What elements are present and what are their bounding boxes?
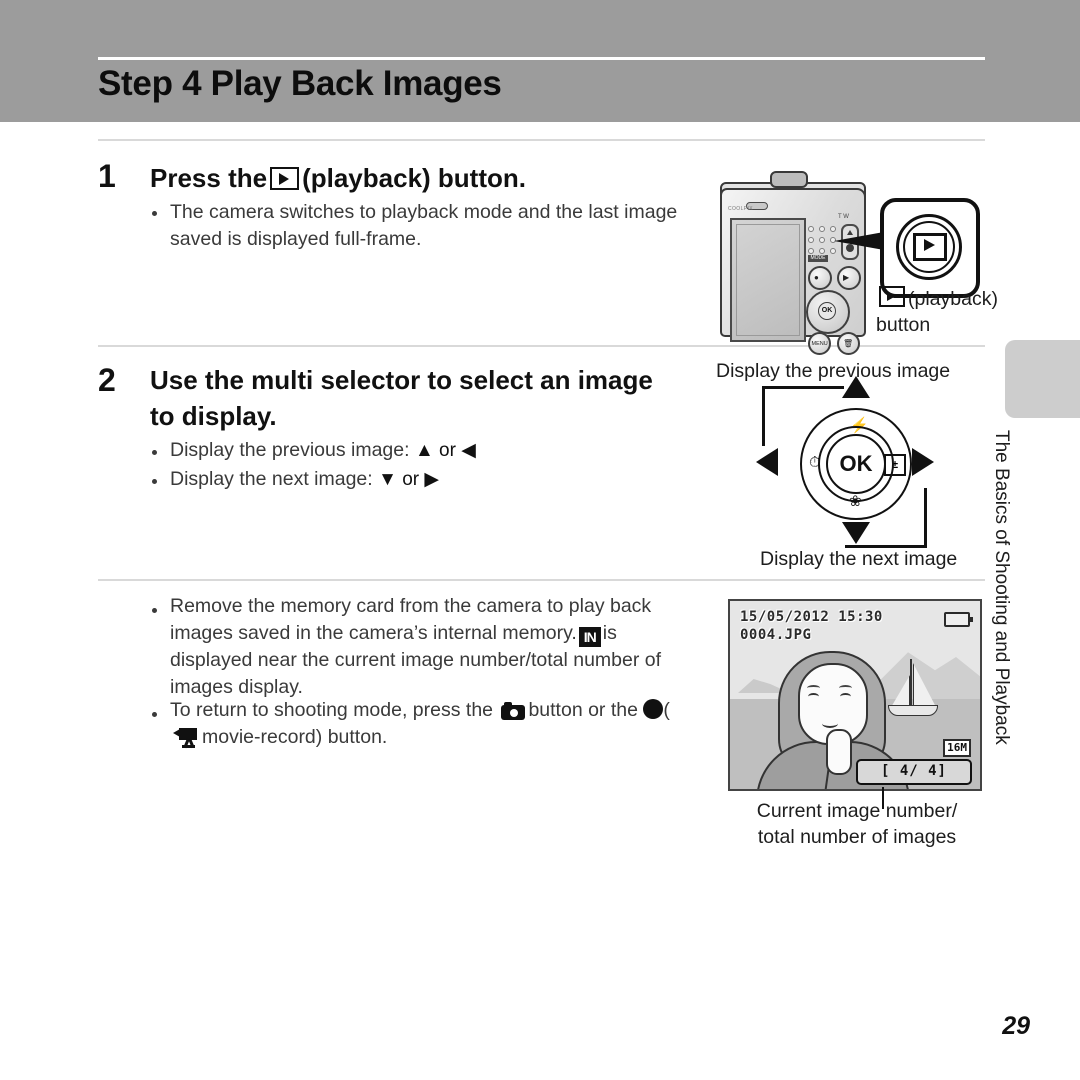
section-rule-3 [98,579,985,581]
mode-label: MODE [808,255,828,262]
note-2-part-4: movie-record) button. [202,726,388,748]
menu-button-on-camera: MENU [808,332,831,355]
menu-glyph: MENU [811,341,828,347]
previous-image-caption: Display the previous image [716,360,951,382]
shutter-button [770,171,808,188]
internal-memory-icon: IN [578,627,601,647]
next-image-caption: Display the next image [760,548,958,570]
down-right-arrows-icon: ▼ or ▶ [378,469,439,490]
image-size-badge: 16M [943,739,971,757]
step-1-bullet-1: The camera switches to playback mode and… [170,201,678,250]
camera-brand-text: COOLPIX [728,206,754,212]
movie-camera-icon [171,727,201,749]
arrow-down-icon [842,522,870,544]
zoom-control-label: T W [838,214,849,220]
header-rule [98,57,985,60]
leader-line-vertical-bottom [924,488,927,548]
step-2-bullet-1-label: Display the previous image: [170,439,410,461]
note-1: Remove the memory card from the camera t… [170,593,695,701]
boat-mast [910,659,912,707]
camera-monitor-inner [736,224,800,336]
person-eyebrow-right [839,685,852,691]
image-counter-caption-line2: total number of images [757,826,957,848]
step-2-heading: Use the multi selector to select an imag… [150,365,653,431]
up-left-arrows-icon: ▲ or ◀ [414,440,476,461]
ok-button-on-camera: OK [818,302,836,320]
person-mouth [822,719,838,728]
multi-selector-on-camera: OK [806,290,850,334]
step-1-heading: Press the (playback) button. [150,160,710,196]
leader-line-horizontal-top [762,386,844,389]
bullet-marker [152,211,157,216]
playback-button-on-camera: ▶ [837,266,861,290]
battery-icon [944,612,973,627]
callout-caption-line2: button [876,314,931,336]
boat-hull [888,705,938,716]
step-1-heading-prefix: Press the [150,163,268,193]
note-2-part-2: button or the [528,699,638,721]
step-2-bullet-1: Display the previous image: ▲ or ◀ [170,437,710,464]
playback-screen-illustration: 15/05/2012 15:30 0004.JPG 16M [ 4/ 4] [728,599,982,791]
arrow-right-icon [912,448,934,476]
arrow-up-icon [842,376,870,398]
bullet-marker [152,479,157,484]
playback-icon [879,286,905,307]
callout-pointer [834,232,884,250]
photo-date-stamp: 15/05/2012 15:30 [740,609,883,625]
step-1-number: 1 [98,158,116,194]
playback-icon [270,167,300,190]
camera-icon [501,702,526,720]
photo-filename: 0004.JPG [740,627,812,643]
note-2-part-1: To return to shooting mode, press the [170,699,494,721]
playback-glyph: ▶ [843,273,850,282]
image-counter-caption: Current image number/ total number of im… [712,798,1002,850]
chapter-tab [1005,340,1080,418]
person-eye-right [840,693,851,700]
person-eyebrow-left [807,685,820,691]
image-counter-caption-line1: Current image number/ [756,800,958,822]
shooting-mode-button: ● [808,266,832,290]
callout-caption-line1: (playback) [908,288,998,310]
playback-icon-large [913,233,947,261]
camera-glyph: ● [814,273,819,282]
leader-line-vertical-top [762,386,765,446]
playback-button-callout [880,198,980,298]
arrow-left-icon [756,448,778,476]
step-2-number: 2 [98,362,116,398]
step-2-bullet-2: Display the next image: ▼ or ▶ [170,466,710,493]
section-rule-1 [98,139,985,141]
step-2-bullet-2-label: Display the next image: [170,468,373,490]
note-2-part-3: ( [663,699,670,721]
person-eye-left [808,693,819,700]
person-hand [826,729,852,775]
page-title: Step 4 Play Back Images [98,64,502,103]
callout-caption: (playback) button [876,286,998,338]
note-2: To return to shooting mode, press the bu… [170,697,685,751]
camera-monitor [730,218,806,342]
camera-back-illustration: COOLPIX T W MODE ● ▶ OK MENU 🗑 [718,168,868,355]
multi-selector-dial: ⚡ ⏱ ± ❀ OK [800,408,912,520]
page-number: 29 [1002,1012,1030,1040]
image-counter: [ 4/ 4] [856,759,972,785]
bullet-marker [152,450,157,455]
bullet-marker [152,608,157,613]
camera-body: COOLPIX T W MODE ● ▶ OK MENU 🗑 [720,188,866,355]
bullet-marker [152,712,157,717]
ok-button: OK [826,434,886,494]
delete-button-on-camera: 🗑 [837,332,860,355]
chapter-tab-label: The Basics of Shooting and Playback [991,430,1012,745]
manual-page: Step 4 Play Back Images 1 Press the (play… [0,0,1080,1080]
step-1-heading-suffix: (playback) button. [302,163,526,193]
page-header-band: Step 4 Play Back Images [0,0,1080,122]
trash-icon: 🗑 [843,339,854,348]
multi-selector-diagram: Display the previous image ⚡ ⏱ ± ❀ OK Di… [712,360,992,575]
record-dot-icon [643,699,664,719]
